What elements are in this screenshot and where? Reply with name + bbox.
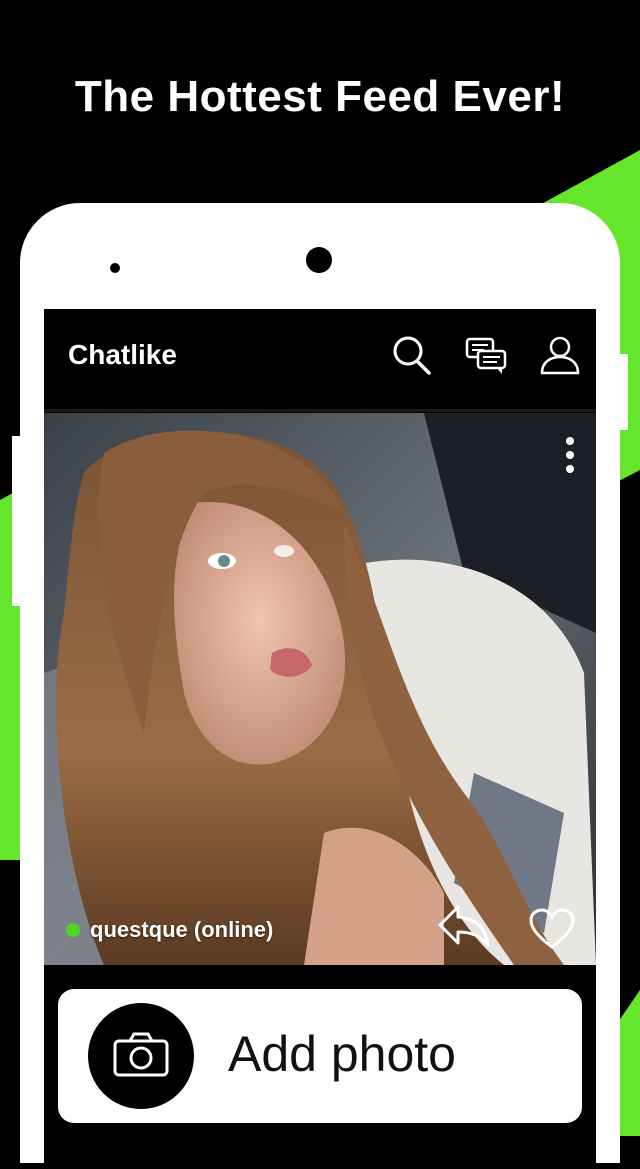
phone-sensor [110, 263, 120, 273]
headline: The Hottest Feed Ever! [74, 72, 566, 121]
camera-icon [113, 1032, 169, 1077]
phone-frame: Chatlike questque (online) Add photo [20, 203, 620, 1169]
user-status[interactable]: questque (online) [66, 917, 273, 943]
online-indicator [66, 923, 80, 937]
feed-photo[interactable]: questque (online) [44, 413, 596, 965]
app-bar: Chatlike [44, 309, 596, 412]
profile-icon[interactable] [538, 333, 582, 377]
share-icon[interactable] [436, 901, 492, 949]
phone-camera [306, 247, 332, 273]
add-photo-label: Add photo [228, 1026, 456, 1082]
camera-icon-circle [88, 1003, 194, 1109]
app-screen: Chatlike questque (online) Add photo [44, 309, 596, 1169]
chat-icon[interactable] [464, 333, 508, 377]
more-options-icon[interactable] [562, 435, 578, 475]
username-label: questque (online) [90, 917, 274, 942]
selfie-image [44, 413, 596, 965]
search-icon[interactable] [390, 333, 434, 377]
app-title: Chatlike [68, 339, 177, 370]
add-photo-button[interactable]: Add photo [58, 989, 582, 1123]
heart-icon[interactable] [528, 907, 576, 951]
